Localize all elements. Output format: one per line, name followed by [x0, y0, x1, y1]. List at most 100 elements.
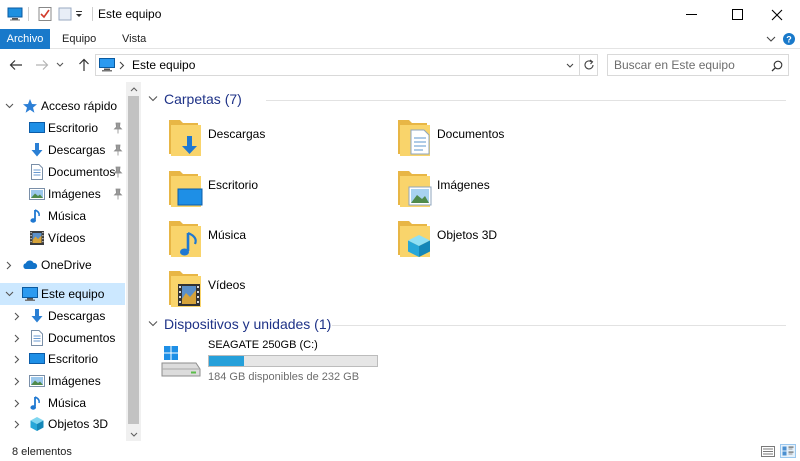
nav-quick-descargas[interactable]: Descargas	[0, 139, 125, 161]
nav-quick-documentos[interactable]: Documentos	[0, 161, 125, 183]
chevron-right-icon[interactable]	[12, 419, 22, 429]
nav-pc-descargas[interactable]: Descargas	[0, 305, 125, 327]
folder-name: Imágenes	[437, 178, 490, 192]
chevron-down-icon[interactable]	[4, 289, 14, 299]
search-input[interactable]	[614, 55, 764, 75]
address-bar[interactable]: Este equipo	[95, 54, 580, 76]
desktop-icon	[29, 122, 45, 133]
nav-label: Música	[48, 396, 87, 410]
folder-escritorio[interactable]: Escritorio	[168, 167, 388, 215]
folder-objetos-3d[interactable]: Objetos 3D	[397, 217, 617, 265]
refresh-button[interactable]	[580, 54, 598, 76]
nav-label: Descargas	[48, 309, 106, 323]
properties-icon[interactable]	[37, 6, 53, 22]
nav-label: Escritorio	[48, 352, 99, 366]
search-box[interactable]	[607, 54, 789, 76]
nav-label: Imágenes	[48, 374, 101, 388]
nav-pc-escritorio[interactable]: Escritorio	[0, 348, 125, 370]
folder-descargas[interactable]: Descargas	[168, 116, 388, 164]
search-icon[interactable]	[771, 60, 783, 72]
chevron-right-icon[interactable]	[12, 333, 22, 343]
window-title: Este equipo	[98, 7, 162, 21]
folder-name: Objetos 3D	[437, 228, 498, 242]
computer-icon	[7, 7, 23, 21]
chevron-down-icon[interactable]	[4, 101, 14, 111]
customize-toolbar-icon[interactable]	[74, 6, 84, 22]
help-button[interactable]: ?	[781, 31, 797, 47]
close-button[interactable]	[754, 0, 800, 29]
nav-label: Este equipo	[41, 287, 105, 301]
chevron-down-icon[interactable]	[148, 320, 158, 328]
new-folder-icon[interactable]	[57, 6, 73, 22]
ribbon: Archivo Equipo Vista ?	[0, 29, 800, 49]
nav-label: Descargas	[48, 143, 106, 157]
nav-quick-videos[interactable]: Vídeos	[0, 227, 125, 249]
up-button[interactable]	[74, 55, 94, 75]
nav-quick-musica[interactable]: Música	[0, 205, 125, 227]
group-header-devices[interactable]: Dispositivos y unidades (1)	[148, 314, 331, 334]
chevron-right-icon[interactable]	[12, 376, 22, 386]
nav-scrollbar-thumb[interactable]	[128, 96, 139, 424]
chevron-up-icon	[130, 86, 137, 91]
arrow-right-icon	[36, 60, 49, 70]
chevron-right-icon[interactable]	[12, 311, 22, 321]
status-bar: 8 elementos	[0, 441, 800, 461]
folder-imagenes[interactable]: Imágenes	[397, 167, 617, 215]
chevron-down-icon	[766, 36, 776, 42]
chevron-down-icon[interactable]	[148, 95, 158, 103]
nav-pc-objetos-3d[interactable]: Objetos 3D	[0, 413, 125, 435]
pin-icon[interactable]	[113, 188, 123, 200]
folder-name: Descargas	[208, 127, 266, 141]
folder-videos[interactable]: Vídeos	[168, 267, 388, 315]
nav-pc-imagenes[interactable]: Imágenes	[0, 370, 125, 392]
chevron-right-icon[interactable]	[12, 354, 22, 364]
hard-drive-icon	[161, 346, 201, 377]
star-icon	[23, 99, 37, 113]
scroll-down-button[interactable]	[126, 428, 141, 440]
forward-button[interactable]	[32, 55, 52, 75]
close-icon	[771, 9, 783, 20]
nav-onedrive[interactable]: OneDrive	[0, 254, 125, 276]
chevron-right-icon[interactable]	[4, 260, 14, 270]
folder-documentos[interactable]: Documentos	[397, 116, 617, 164]
desktop-folder-icon	[169, 171, 203, 207]
minimize-button[interactable]	[668, 0, 714, 29]
nav-este-equipo[interactable]: Este equipo	[0, 283, 125, 305]
nav-label: Documentos	[48, 165, 116, 179]
navigation-pane: Acceso rápido Escritorio Descargas Docum…	[0, 82, 142, 441]
group-header-folders[interactable]: Carpetas (7)	[148, 89, 242, 109]
chevron-right-icon[interactable]	[12, 398, 22, 408]
downloads-folder-icon	[169, 120, 201, 156]
3d-objects-folder-icon	[398, 221, 430, 257]
nav-pc-musica[interactable]: Música	[0, 392, 125, 414]
nav-label: OneDrive	[41, 258, 92, 272]
nav-quick-access[interactable]: Acceso rápido	[0, 95, 125, 117]
address-history-icon[interactable]	[566, 63, 574, 69]
drive-name: SEAGATE 250GB (C:)	[208, 339, 318, 351]
documents-folder-icon	[398, 120, 430, 156]
nav-quick-escritorio[interactable]: Escritorio	[0, 117, 125, 139]
scroll-up-button[interactable]	[126, 83, 141, 95]
tab-equipo[interactable]: Equipo	[62, 29, 96, 49]
group-title: Dispositivos y unidades (1)	[164, 316, 332, 332]
nav-pc-documentos[interactable]: Documentos	[0, 327, 125, 349]
recent-locations-button[interactable]	[54, 55, 66, 75]
document-icon	[31, 330, 43, 346]
group-divider	[332, 325, 786, 326]
desktop-icon	[29, 353, 45, 364]
download-icon	[31, 309, 43, 323]
pin-icon[interactable]	[113, 166, 123, 178]
folder-musica[interactable]: Música	[168, 217, 388, 265]
nav-quick-imagenes[interactable]: Imágenes	[0, 183, 125, 205]
drive-c[interactable]: SEAGATE 250GB (C:) 184 GB disponibles de…	[160, 339, 390, 385]
tiles-view-button[interactable]	[780, 444, 796, 458]
back-button[interactable]	[6, 55, 26, 75]
details-view-button[interactable]	[760, 444, 776, 458]
tab-archivo[interactable]: Archivo	[0, 29, 50, 49]
folder-name: Escritorio	[208, 178, 259, 192]
tab-vista[interactable]: Vista	[122, 29, 146, 49]
address-path[interactable]: Este equipo	[132, 58, 195, 72]
expand-ribbon-button[interactable]	[763, 31, 779, 47]
pin-icon[interactable]	[113, 122, 123, 134]
pin-icon[interactable]	[113, 144, 123, 156]
